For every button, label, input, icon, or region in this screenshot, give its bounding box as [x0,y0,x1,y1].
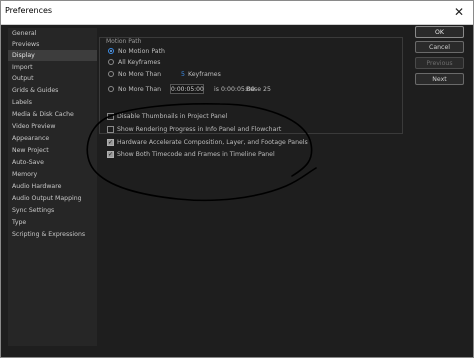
sidebar-item-output[interactable]: Output [8,73,97,84]
checkbox-label: Disable Thumbnails in Project Panel [117,113,228,120]
is-label: is [214,86,219,93]
radio-icon[interactable] [108,59,114,65]
sidebar-item-previews[interactable]: Previews [8,39,97,50]
sidebar-item-display[interactable]: Display [8,50,97,61]
previous-button[interactable]: Previous [415,57,464,69]
keyframe-count-value[interactable]: 5 [181,69,185,80]
radio-icon[interactable] [108,48,114,54]
option-label: No Motion Path [118,48,165,55]
sidebar-item-new-project[interactable]: New Project [8,145,97,156]
keyframe-unit-label: Keyframes [188,71,221,78]
radio-icon[interactable] [108,71,114,77]
sidebar-item-audio-output-mapping[interactable]: Audio Output Mapping [8,193,97,204]
sidebar-item-labels[interactable]: Labels [8,97,97,108]
checkbox-icon[interactable] [107,113,114,120]
sidebar-item-general[interactable]: General [8,28,97,39]
timecode-input[interactable]: 0:00:05:00 [170,84,204,94]
sidebar-item-memory[interactable]: Memory [8,169,97,180]
close-icon[interactable]: ✕ [451,3,467,21]
option-label: All Keyframes [118,59,161,66]
checkbox-icon[interactable] [107,137,114,148]
checkbox-icon[interactable] [107,149,114,160]
checkbox-label: Show Both Timecode and Frames in Timelin… [117,151,275,158]
sidebar-item-scripting-expressions[interactable]: Scripting & Expressions [8,229,97,240]
next-button[interactable]: Next [415,73,464,85]
sidebar-item-sync-settings[interactable]: Sync Settings [8,205,97,216]
checkbox-label: Hardware Accelerate Composition, Layer, … [117,139,308,146]
sidebar-item-grids-guides[interactable]: Grids & Guides [8,85,97,96]
sidebar-item-video-preview[interactable]: Video Preview [8,121,97,132]
sidebar-item-appearance[interactable]: Appearance [8,133,97,144]
sidebar-item-import[interactable]: Import [8,62,97,73]
sidebar-item-type[interactable]: Type [8,217,97,228]
option-label: No More Than [118,71,162,78]
option-label: No More Than [118,86,162,93]
sidebar-item-audio-hardware[interactable]: Audio Hardware [8,181,97,192]
display-panel: Motion Path No Motion Path All Keyframes… [97,28,415,346]
category-list: General Previews Display Import Output G… [8,28,97,346]
ok-button[interactable]: OK [415,26,464,38]
radio-icon[interactable] [108,86,114,92]
sidebar-item-auto-save[interactable]: Auto-Save [8,157,97,168]
timebase-label: Base 25 [246,86,271,93]
checkbox-label: Show Rendering Progress in Info Panel an… [117,126,282,133]
no-more-than-timecode-option[interactable]: No More Than 0:00:05:00 is 0:00:05:00 Ba… [108,84,368,95]
no-more-than-keyframes-option[interactable]: No More Than 5 Keyframes [108,69,308,80]
checkbox-icon[interactable] [107,126,114,133]
window-title: Preferences [5,6,53,15]
title-bar[interactable]: Preferences ✕ [1,1,473,25]
group-title: Motion Path [104,38,144,45]
sidebar-item-media-disk-cache[interactable]: Media & Disk Cache [8,109,97,120]
cancel-button[interactable]: Cancel [415,41,464,53]
